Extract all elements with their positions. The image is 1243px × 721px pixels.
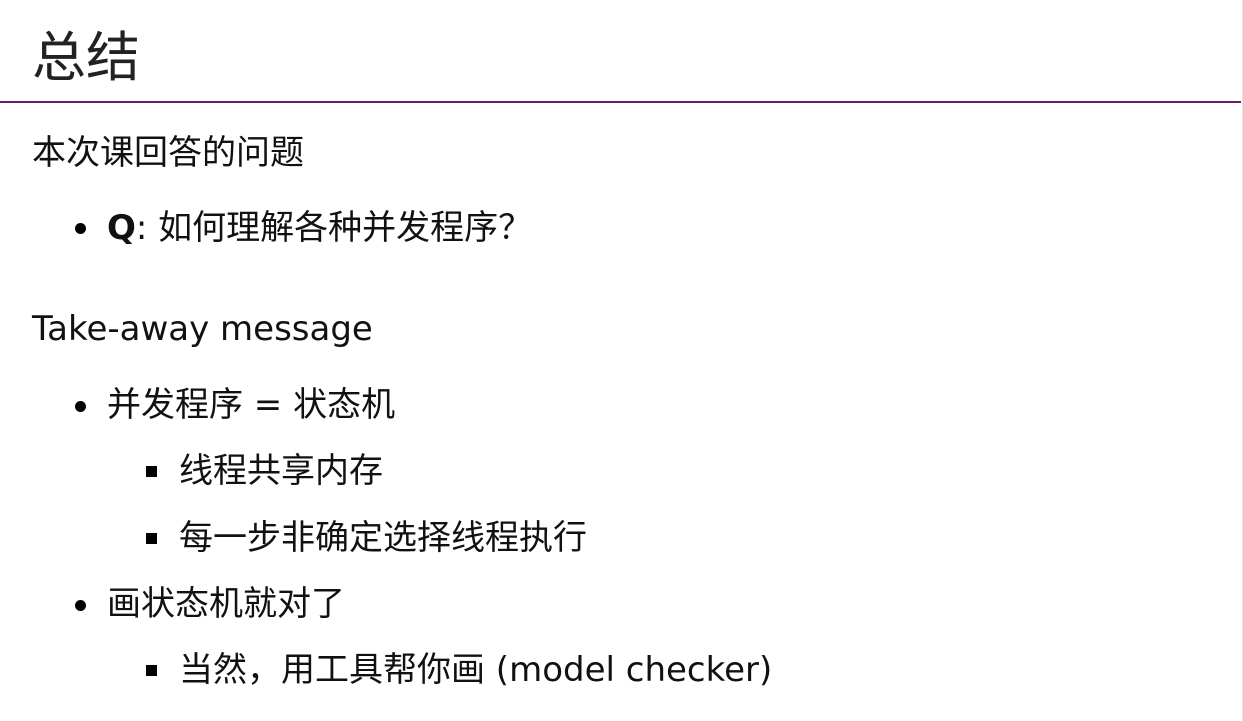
slide-title: 总结 bbox=[32, 26, 140, 89]
question-item: Q: 如何理解各种并发程序？ bbox=[107, 206, 532, 250]
takeaway-item: 画状态机就对了 bbox=[107, 584, 345, 624]
square-bullet-icon bbox=[146, 466, 157, 477]
slide: 总结 本次课回答的问题 Q: 如何理解各种并发程序？ Take-away mes… bbox=[0, 0, 1243, 721]
question-text: : 如何理解各种并发程序？ bbox=[135, 208, 533, 248]
takeaway-subitem: 当然，用工具帮你画 (model checker) bbox=[179, 650, 773, 690]
question-prefix: Q bbox=[107, 208, 136, 248]
takeaway-subitem: 每一步非确定选择线程执行 bbox=[179, 518, 587, 558]
square-bullet-icon bbox=[146, 665, 157, 676]
bullet-icon bbox=[75, 600, 86, 611]
takeaway-item: 并发程序 = 状态机 bbox=[107, 385, 396, 425]
section-heading-questions: 本次课回答的问题 bbox=[32, 133, 304, 173]
bullet-icon bbox=[75, 223, 86, 234]
section-heading-takeaway: Take-away message bbox=[32, 309, 373, 349]
square-bullet-icon bbox=[146, 533, 157, 544]
takeaway-subitem: 线程共享内存 bbox=[179, 451, 383, 491]
title-bar: 总结 bbox=[0, 0, 1241, 103]
bullet-icon bbox=[75, 401, 86, 412]
